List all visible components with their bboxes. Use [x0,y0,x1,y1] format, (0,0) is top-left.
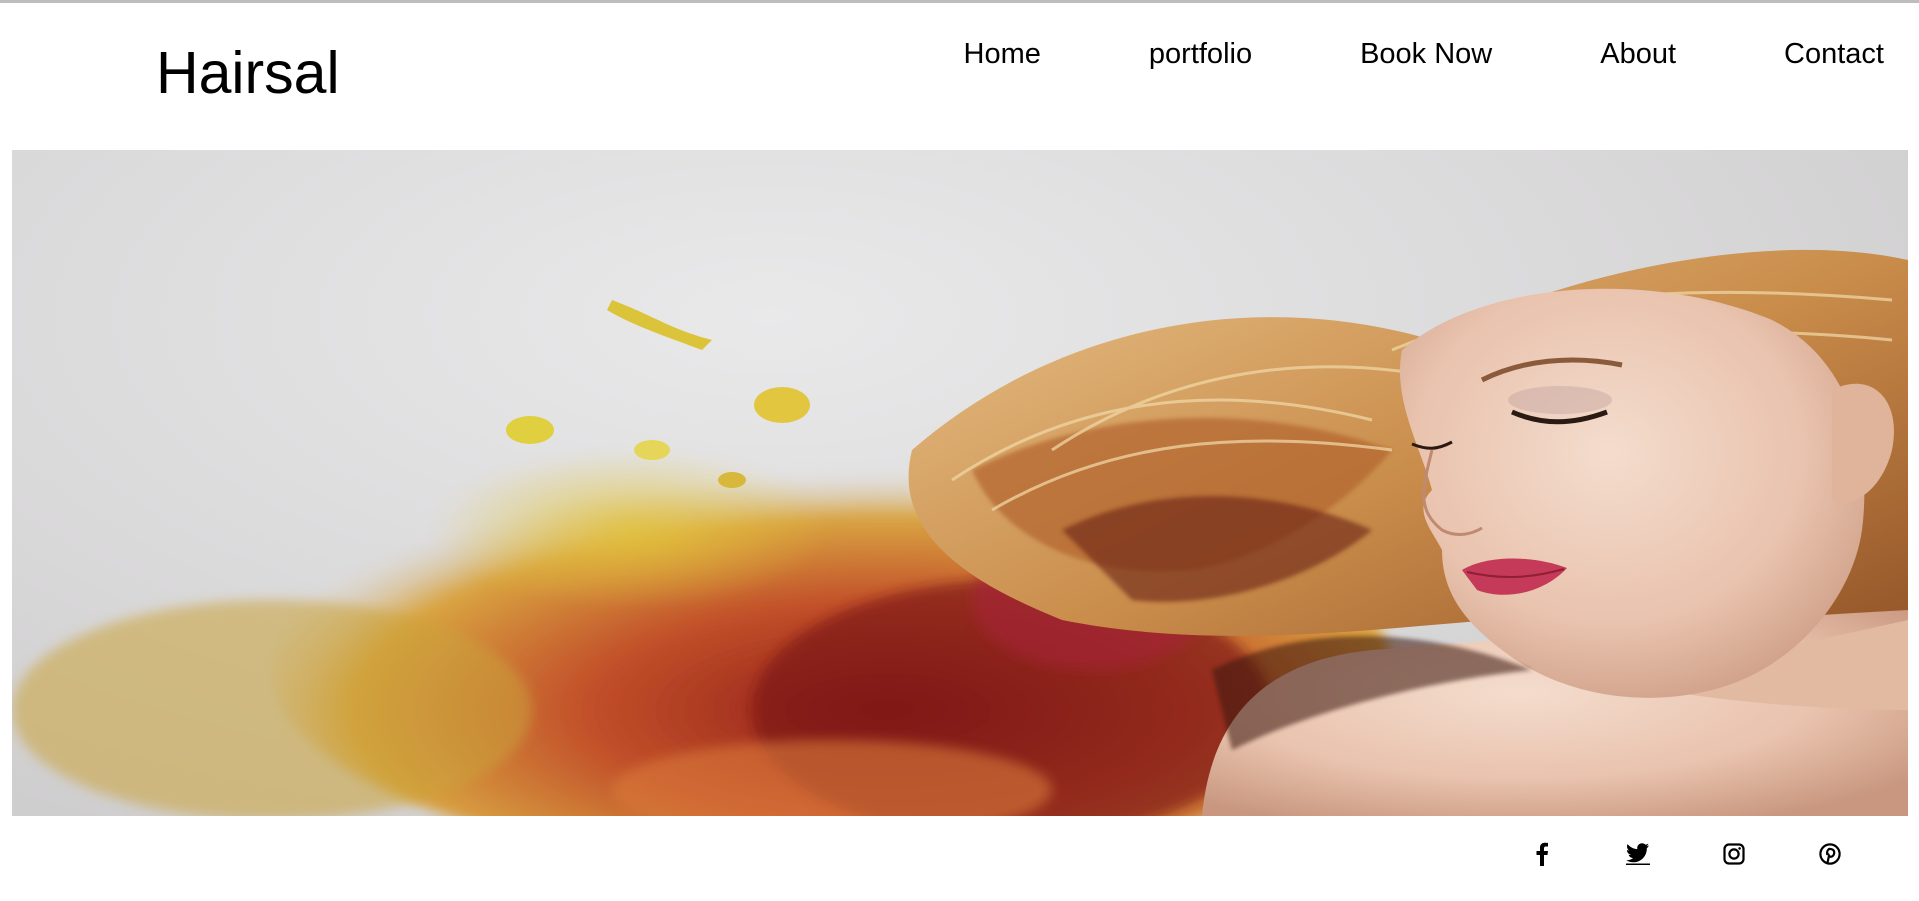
nav-contact[interactable]: Contact [1784,34,1884,74]
social-links [1528,840,1844,868]
pinterest-icon[interactable] [1816,840,1844,868]
twitter-icon[interactable] [1624,840,1652,868]
main-nav: Home portfolio Book Now About Contact [964,34,1884,74]
site-header: Hairsal Home portfolio Book Now About Co… [0,3,1919,149]
nav-portfolio[interactable]: portfolio [1149,34,1252,74]
nav-book-now[interactable]: Book Now [1360,34,1492,74]
nav-about[interactable]: About [1600,34,1676,74]
nav-home[interactable]: Home [964,34,1041,74]
instagram-icon[interactable] [1720,840,1748,868]
hero-image [12,150,1908,816]
facebook-icon[interactable] [1528,840,1556,868]
site-logo[interactable]: Hairsal [156,37,340,109]
